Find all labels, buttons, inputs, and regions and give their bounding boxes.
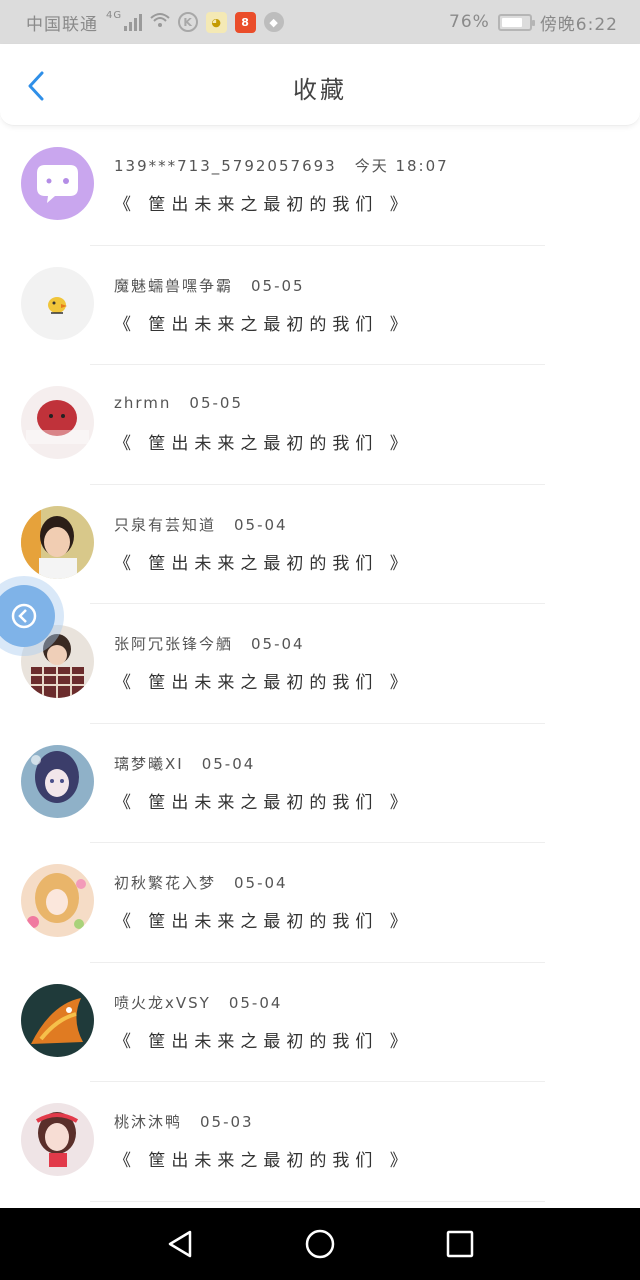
item-meta: 桃沐沐鸭 05-03: [114, 1111, 254, 1132]
item-meta: zhrmn 05-05: [114, 394, 243, 412]
item-title: 《 筐出未来之最初的我们 》: [114, 673, 413, 693]
app-88-icon: 8: [235, 11, 257, 33]
collapse-chevron-icon: [11, 603, 37, 629]
item-meta: 张阿冗张锋今舾 05-04: [114, 633, 305, 654]
nav-bar: 收藏: [0, 44, 640, 126]
chick-app-icon: ◕: [206, 11, 228, 33]
list-item[interactable]: 喷火龙xVSY 05-04 《 筐出未来之最初的我们 》: [0, 963, 640, 1082]
item-time: 05-05: [189, 394, 243, 412]
signal-icon: [124, 13, 143, 31]
item-meta: 139***713_5792057693 今天 18:07: [114, 155, 449, 176]
list-item[interactable]: 张阿冗张锋今舾 05-04 《 筐出未来之最初的我们 》: [0, 604, 640, 724]
user-name: 魔魅蠕兽嘿争霸: [114, 276, 234, 295]
item-title: 《 筐出未来之最初的我们 》: [114, 792, 413, 813]
item-title: 《 筐出未来之最初的我们 》: [114, 912, 413, 932]
list-item[interactable]: zhrmn 05-05 《 筐出未来之最初的我们 》: [0, 365, 640, 485]
battery-fill: [501, 17, 522, 27]
list-item[interactable]: 魔魅蠕兽嘿争霸 05-05 《 筐出未来之最初的我们 》: [0, 246, 640, 365]
list-item[interactable]: 139***713_5792057693 今天 18:07 《 筐出未来之最初的我们…: [0, 126, 640, 246]
list-item[interactable]: 璃梦曦XI 05-04 《 筐出未来之最初的我们 》: [0, 724, 640, 843]
user-name: zhrmn: [114, 394, 172, 412]
status-right: 76% 傍晚6:22: [449, 10, 618, 35]
user-name: 桃沐沐鸭: [114, 1113, 183, 1131]
girl-illustration-avatar[interactable]: [21, 1103, 94, 1176]
dragon-avatar[interactable]: [21, 983, 94, 1057]
item-time: 05-04: [251, 635, 305, 653]
network-label: 4G: [106, 9, 123, 21]
item-time: 05-04: [201, 754, 256, 773]
item-title: 《 筐出未来之最初的我们 》: [114, 314, 413, 335]
battery-icon: [497, 13, 535, 31]
item-time: 05-04: [234, 874, 288, 892]
status-left: 中国联通 4G K ◕ 8 ◆: [26, 9, 285, 35]
user-name: 初秋繁花入梦: [114, 874, 217, 892]
item-title: 《 筐出未来之最初的我们 》: [114, 1031, 413, 1052]
item-time: 05-04: [234, 515, 288, 534]
clock: 傍晚6:22: [539, 14, 618, 35]
triangle-back-icon: [168, 1230, 192, 1258]
compass-icon: ◆: [264, 12, 285, 32]
user-name: 喷火龙xVSY: [114, 993, 211, 1012]
item-meta: 喷火龙xVSY 05-04: [114, 992, 282, 1013]
item-time: 05-04: [228, 993, 283, 1012]
system-back-button[interactable]: [160, 1224, 200, 1264]
divider: [90, 1200, 545, 1202]
anime-flower-avatar[interactable]: [21, 864, 94, 937]
item-title: 《 筐出未来之最初的我们 》: [114, 434, 413, 454]
system-home-button[interactable]: [300, 1224, 340, 1264]
system-nav-bar: [0, 1208, 640, 1280]
favorites-list: 139***713_5792057693 今天 18:07 《 筐出未来之最初的我们…: [0, 126, 640, 1202]
user-name: 张阿冗张锋今舾: [114, 635, 234, 653]
page-title: 收藏: [293, 76, 347, 104]
user-name: 139***713_5792057693: [114, 157, 337, 175]
carrier-label: 中国联通: [26, 14, 98, 35]
bird-avatar[interactable]: [21, 266, 94, 340]
list-item[interactable]: 只泉有芸知道 05-04 《 筐出未来之最初的我们 》: [0, 485, 640, 604]
item-time: 05-03: [200, 1113, 254, 1131]
circle-home-icon: [305, 1229, 335, 1259]
item-title: 《 筐出未来之最初的我们 》: [114, 1151, 413, 1171]
status-bar: 中国联通 4G K ◕ 8 ◆ 76% 傍晚6:22: [0, 0, 640, 44]
item-meta: 魔魅蠕兽嘿争霸 05-05: [114, 275, 305, 296]
square-recents-icon: [446, 1230, 474, 1258]
child-photo-avatar[interactable]: [21, 505, 94, 579]
item-time: 05-05: [251, 276, 305, 295]
item-meta: 初秋繁花入梦 05-04: [114, 872, 288, 893]
user-name: 璃梦曦XI: [114, 754, 184, 773]
item-title: 《 筐出未来之最初的我们 》: [114, 195, 413, 215]
apple-character-avatar[interactable]: [21, 386, 94, 459]
user-name: 只泉有芸知道: [114, 515, 217, 534]
item-title: 《 筐出未来之最初的我们 》: [114, 553, 413, 574]
battery-percent: 76%: [449, 12, 490, 32]
list-item[interactable]: 初秋繁花入梦 05-04 《 筐出未来之最初的我们 》: [0, 843, 640, 963]
floating-button-core: [0, 585, 55, 647]
system-recents-button[interactable]: [440, 1224, 480, 1264]
list-item[interactable]: 桃沐沐鸭 05-03 《 筐出未来之最初的我们 》: [0, 1082, 640, 1202]
wifi-icon: [150, 12, 170, 33]
anime-girl-avatar[interactable]: [21, 744, 94, 818]
item-meta: 璃梦曦XI 05-04: [114, 753, 255, 774]
item-meta: 只泉有芸知道 05-04: [114, 514, 288, 535]
k-app-icon: K: [178, 12, 199, 32]
chat-bubble-avatar[interactable]: [21, 147, 94, 220]
item-time: 今天 18:07: [354, 157, 449, 175]
